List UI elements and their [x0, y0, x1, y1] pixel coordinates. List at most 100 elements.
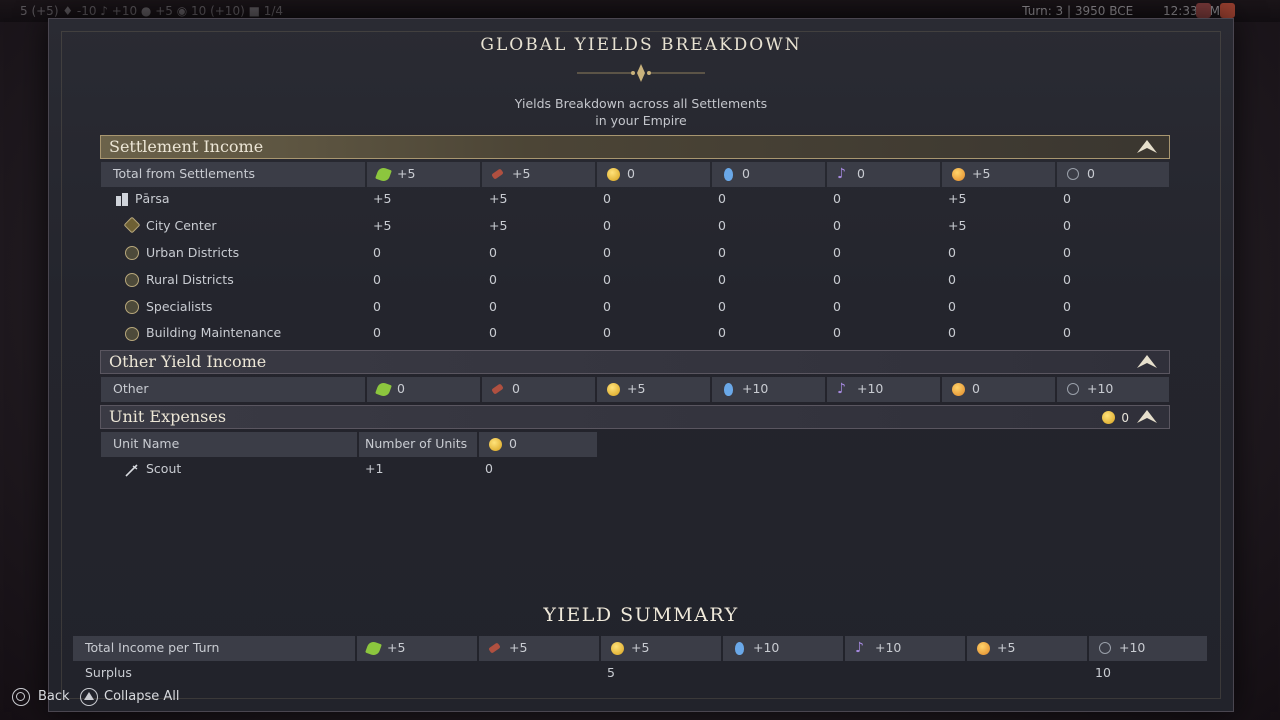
row-label: Building Maintenance: [146, 325, 282, 340]
culture-icon: ♪: [837, 166, 846, 182]
happiness-icon: [977, 642, 990, 655]
row-value: 0: [718, 272, 726, 287]
surplus-influence: 10: [1095, 665, 1111, 680]
influence-icon: [1067, 383, 1079, 395]
unit-count: +1: [365, 461, 384, 476]
row-value: 0: [489, 245, 497, 260]
unit-gold-header: 0: [479, 432, 597, 457]
row-value: 0: [718, 325, 726, 340]
unit-name-header: Unit Name: [101, 432, 357, 457]
urban-districts-icon: [125, 246, 139, 260]
food-icon: [365, 640, 382, 657]
summary-gold: +5: [601, 636, 721, 661]
other-gold: +5: [597, 377, 710, 402]
other-food: 0: [367, 377, 480, 402]
row-value: 0: [833, 218, 841, 233]
row-value: 0: [373, 325, 381, 340]
total-income-label: Total Income per Turn: [73, 636, 355, 661]
other-culture: ♪ +10: [827, 377, 940, 402]
collapse-all-label: Collapse All: [104, 689, 180, 704]
unit-count-header: Number of Units: [359, 432, 477, 457]
influence-icon: [1099, 642, 1111, 654]
unit-gold: 0: [485, 461, 493, 476]
row-value: 0: [948, 325, 956, 340]
food-icon: [375, 381, 392, 398]
row-value: 0: [489, 272, 497, 287]
row-value: 0: [948, 245, 956, 260]
row-value: 0: [603, 218, 611, 233]
row-value: 0: [1063, 245, 1071, 260]
other-science: +10: [712, 377, 825, 402]
row-value: 0: [489, 299, 497, 314]
row-value: 0: [603, 272, 611, 287]
panel-title: GLOBAL YIELDS BREAKDOWN: [480, 35, 802, 55]
global-yields-panel: GLOBAL YIELDS BREAKDOWN Yields Breakdown…: [48, 18, 1234, 712]
section-title: Unit Expenses: [109, 407, 227, 426]
production-icon: [491, 383, 504, 395]
row-value: 0: [948, 272, 956, 287]
row-value: 0: [1063, 299, 1071, 314]
section-title: Settlement Income: [109, 137, 264, 156]
gold-icon: [489, 438, 502, 451]
row-value: 0: [1063, 191, 1071, 206]
total-culture: ♪ 0: [827, 162, 940, 187]
other-happiness: 0: [942, 377, 1055, 402]
title-ornament-icon: [577, 64, 705, 82]
city-center-icon: [123, 216, 141, 234]
surplus-gold: 5: [607, 665, 615, 680]
total-food: +5: [367, 162, 480, 187]
unit-expenses-gold: 0: [1102, 409, 1129, 425]
other-influence: +10: [1057, 377, 1169, 402]
total-happiness: +5: [942, 162, 1055, 187]
row-value: 0: [833, 325, 841, 340]
happiness-icon: [952, 383, 965, 396]
other-yield-income-header[interactable]: Other Yield Income: [100, 350, 1170, 374]
collapse-arrow-icon[interactable]: [1135, 139, 1159, 155]
row-value: 0: [373, 272, 381, 287]
panel-subtitle: Yields Breakdown across all Settlements …: [491, 95, 791, 129]
collapse-all-button[interactable]: Collapse All: [80, 688, 190, 708]
row-label: Rural Districts: [146, 272, 234, 287]
total-science: 0: [712, 162, 825, 187]
gold-icon: [607, 168, 620, 181]
settlement-name[interactable]: Pārsa: [135, 191, 170, 207]
row-label: Specialists: [146, 299, 213, 314]
gold-icon: [607, 383, 620, 396]
unit-name: Scout: [146, 461, 182, 476]
settlement-icon: [115, 193, 129, 207]
summary-science: +10: [723, 636, 843, 661]
row-value: +5: [948, 191, 967, 206]
gold-icon: [1102, 411, 1116, 424]
culture-icon: ♪: [855, 640, 864, 656]
triangle-button-icon: [80, 688, 98, 706]
row-value: 0: [603, 325, 611, 340]
yield-summary-title: YIELD SUMMARY: [543, 604, 739, 626]
influence-icon: [1067, 168, 1079, 180]
section-title: Other Yield Income: [109, 352, 267, 371]
unit-expenses-header[interactable]: Unit Expenses 0: [100, 405, 1170, 429]
row-value: 0: [373, 245, 381, 260]
collapse-arrow-icon[interactable]: [1135, 354, 1159, 370]
back-button[interactable]: Back: [12, 688, 82, 708]
row-value: 0: [833, 245, 841, 260]
summary-influence: +10: [1089, 636, 1207, 661]
production-icon: [488, 642, 501, 654]
clock-label: 12:33 AM: [1163, 4, 1220, 18]
notification-icon[interactable]: [1196, 3, 1211, 18]
row-value: 0: [489, 325, 497, 340]
row-value: 0: [833, 299, 841, 314]
row-value: 0: [718, 218, 726, 233]
rural-districts-icon: [125, 273, 139, 287]
science-icon: [724, 168, 733, 181]
collapse-arrow-icon[interactable]: [1135, 409, 1159, 425]
total-from-settlements-label: Total from Settlements: [101, 162, 365, 187]
help-icon[interactable]: [1220, 3, 1235, 18]
row-value: 0: [373, 299, 381, 314]
total-gold: 0: [597, 162, 710, 187]
food-icon: [375, 166, 392, 183]
summary-production: +5: [479, 636, 599, 661]
row-label: Urban Districts: [146, 245, 240, 260]
settlement-income-header[interactable]: Settlement Income: [100, 135, 1170, 159]
turn-label: Turn: 3 | 3950 BCE: [1022, 4, 1134, 18]
culture-icon: ♪: [837, 381, 846, 397]
